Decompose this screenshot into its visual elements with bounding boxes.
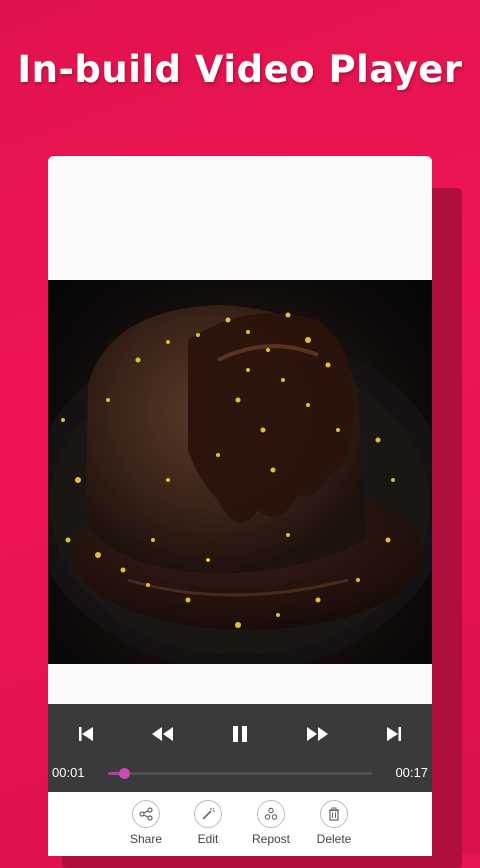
repost-icon [264,807,278,820]
rewind-button[interactable] [143,722,183,746]
phone-frame: 00:01 00:17 Share Edit Repost Delete [48,156,432,856]
top-blank-area [48,156,432,280]
duration-time: 00:17 [395,765,428,780]
skip-previous-icon [79,727,94,741]
skip-next-icon [386,727,401,741]
edit-label: Edit [197,832,219,846]
delete-button[interactable]: Delete [302,800,366,846]
action-bar: Share Edit Repost Delete [48,792,432,856]
fast-forward-icon [306,727,328,741]
below-video-blank-area [48,664,432,704]
pause-icon [232,726,247,742]
skip-previous-button[interactable] [66,722,106,746]
page-headline: In-build Video Player [17,48,463,91]
repost-button[interactable]: Repost [239,800,303,846]
video-frame[interactable] [48,280,432,664]
fast-forward-button[interactable] [297,722,337,746]
repost-label: Repost [251,832,291,846]
seek-bar[interactable] [108,768,372,779]
edit-icon-circle [194,800,222,828]
video-thumbnail-chocolate-cake [48,305,432,664]
pause-button[interactable] [220,722,260,746]
edit-button[interactable]: Edit [176,800,240,846]
share-label: Share [129,832,163,846]
magic-wand-icon [202,807,215,820]
delete-label: Delete [316,832,352,846]
share-button[interactable]: Share [114,800,178,846]
current-time: 00:01 [52,765,85,780]
trash-icon [329,807,339,821]
playback-buttons [48,722,432,746]
player-controls: 00:01 00:17 [48,704,432,792]
repost-icon-circle [257,800,285,828]
share-icon-circle [132,800,160,828]
delete-icon-circle [320,800,348,828]
skip-next-button[interactable] [374,722,414,746]
share-icon [139,807,153,821]
rewind-icon [152,727,174,741]
seek-bar-thumb[interactable] [118,768,130,779]
